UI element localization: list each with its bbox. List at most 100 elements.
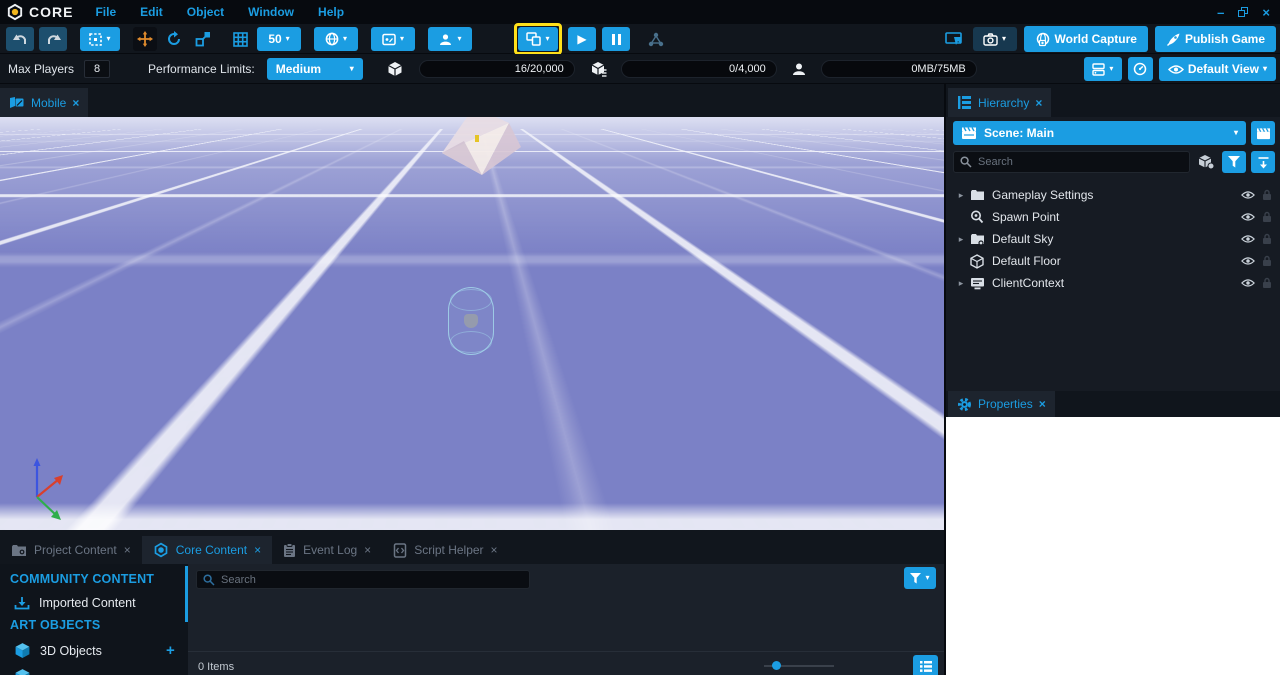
performance-monitor-button[interactable]	[1128, 57, 1153, 81]
tab-mobile-label: Mobile	[31, 96, 66, 110]
rotate-tool-button[interactable]	[162, 27, 186, 51]
player-camera-icon	[438, 33, 453, 46]
restore-button[interactable]	[1238, 7, 1248, 17]
visibility-eye-icon[interactable]	[1241, 256, 1255, 266]
scale-tool-button[interactable]	[191, 27, 215, 51]
content-filter-dropdown[interactable]: ▾	[904, 567, 936, 589]
multiplayer-preview-dropdown[interactable]: ▾	[518, 27, 558, 51]
menu-window[interactable]: Window	[248, 5, 294, 19]
add-3d-object-button[interactable]: +	[166, 642, 175, 659]
item-label: Spawn Point	[992, 210, 1059, 224]
scene-selector-label: Scene: Main	[984, 126, 1054, 140]
move-tool-icon	[137, 31, 153, 47]
close-icon[interactable]: ×	[124, 543, 131, 557]
play-button[interactable]: ▶	[568, 27, 596, 51]
hierarchy-search-input[interactable]	[953, 151, 1190, 173]
hierarchy-item-spawn-point[interactable]: Spawn Point	[946, 206, 1280, 228]
close-icon[interactable]: ×	[491, 543, 498, 557]
expand-collapse-all-button[interactable]	[1251, 151, 1275, 173]
share-screen-toggle[interactable]	[942, 27, 966, 51]
tab-properties[interactable]: Properties ×	[948, 391, 1055, 417]
player-perspective-dropdown[interactable]: ▾	[428, 27, 472, 51]
default-sky-object[interactable]	[412, 117, 542, 186]
tab-hierarchy[interactable]: Hierarchy ×	[948, 88, 1051, 117]
project-folder-icon	[11, 544, 27, 557]
item-label: Gameplay Settings	[992, 188, 1093, 202]
minimize-button[interactable]: –	[1217, 6, 1224, 19]
tab-core-content[interactable]: Core Content ×	[142, 536, 272, 564]
visibility-eye-icon[interactable]	[1241, 190, 1255, 200]
menu-file[interactable]: File	[95, 5, 116, 19]
expand-arrow-icon[interactable]: ▸	[954, 278, 968, 289]
lock-icon[interactable]	[1262, 255, 1272, 267]
lock-icon[interactable]	[1262, 189, 1272, 201]
hierarchy-item-clientcontext[interactable]: ▸ ClientContext	[946, 272, 1280, 294]
move-tool-button[interactable]	[133, 27, 157, 51]
chevron-down-icon: ▾	[925, 574, 929, 582]
hierarchy-filter-button[interactable]	[1222, 151, 1246, 173]
lock-icon[interactable]	[1262, 233, 1272, 245]
pause-button[interactable]	[602, 27, 630, 51]
menu-object[interactable]: Object	[187, 5, 224, 19]
capture-settings-dropdown[interactable]: ▾	[973, 27, 1017, 51]
lock-icon[interactable]	[1262, 211, 1272, 223]
multi-screen-icon	[526, 32, 541, 46]
layout-dropdown[interactable]: ▾	[1084, 57, 1122, 81]
viewport-3d-scene[interactable]	[0, 117, 944, 530]
spawn-point-gizmo[interactable]	[448, 287, 494, 355]
world-capture-button[interactable]: World Capture	[1024, 26, 1148, 52]
lock-icon[interactable]	[1262, 277, 1272, 289]
grid-size-dropdown[interactable]: 50 ▾	[257, 27, 301, 51]
close-icon[interactable]: ×	[1035, 96, 1042, 110]
max-players-input[interactable]	[84, 60, 110, 78]
filter-funnel-icon	[910, 573, 921, 584]
sidebar-item-3d-objects[interactable]: 3D Objects +	[14, 642, 188, 659]
content-tab-bar: Project Content × Core Content × Event L…	[0, 536, 944, 564]
right-panel: Hierarchy × Scene: Main ▾	[944, 84, 1280, 675]
networked-filter-toggle[interactable]	[1195, 150, 1217, 174]
visibility-eye-icon[interactable]	[1241, 278, 1255, 288]
world-settings-dropdown[interactable]: ▾	[314, 27, 358, 51]
undo-button[interactable]	[6, 27, 34, 51]
tab-properties-label: Properties	[978, 397, 1033, 411]
close-icon[interactable]: ×	[254, 543, 261, 557]
expand-arrow-icon[interactable]: ▸	[954, 190, 968, 201]
scene-selector-dropdown[interactable]: Scene: Main ▾	[953, 121, 1246, 145]
publish-game-button[interactable]: Publish Game	[1155, 26, 1276, 52]
default-view-dropdown[interactable]: Default View ▾	[1159, 57, 1276, 81]
thumbnail-size-slider[interactable]	[764, 665, 834, 667]
settings-row: Max Players Performance Limits: Medium ▾…	[0, 54, 1280, 84]
content-search-input[interactable]	[196, 570, 530, 589]
hierarchy-item-gameplay-settings[interactable]: ▸ Gameplay Settings	[946, 184, 1280, 206]
hierarchy-item-default-floor[interactable]: Default Floor	[946, 250, 1280, 272]
sidebar-item-imported-content[interactable]: Imported Content	[14, 596, 188, 610]
visibility-eye-icon[interactable]	[1241, 234, 1255, 244]
close-icon[interactable]: ×	[1039, 397, 1046, 411]
brand-name: CORE	[29, 4, 73, 20]
performance-limits-dropdown[interactable]: Medium ▾	[267, 58, 363, 80]
world-capture-label: World Capture	[1055, 32, 1137, 46]
sidebar-item-partial[interactable]	[14, 668, 188, 675]
select-tool-icon	[89, 33, 102, 46]
scene-settings-button[interactable]	[1251, 121, 1275, 145]
grid-snap-toggle[interactable]	[228, 27, 252, 51]
art-objects-header: ART OBJECTS	[10, 618, 188, 632]
close-icon[interactable]: ×	[72, 96, 79, 110]
slider-knob[interactable]	[772, 661, 781, 670]
tab-script-helper[interactable]: Script Helper ×	[382, 536, 508, 564]
expand-arrow-icon[interactable]: ▸	[954, 234, 968, 245]
select-mode-dropdown[interactable]: ▾	[80, 27, 120, 51]
hierarchy-item-default-sky[interactable]: ▸ Default Sky	[946, 228, 1280, 250]
list-view-toggle-button[interactable]	[913, 655, 938, 675]
tab-project-content[interactable]: Project Content ×	[0, 536, 142, 564]
screenshot-mode-dropdown[interactable]: ▾	[371, 27, 415, 51]
close-icon[interactable]: ×	[364, 543, 371, 557]
menu-help[interactable]: Help	[318, 5, 344, 19]
visibility-eye-icon[interactable]	[1241, 212, 1255, 222]
close-button[interactable]: ×	[1262, 6, 1270, 19]
menu-edit[interactable]: Edit	[140, 5, 163, 19]
tab-event-log[interactable]: Event Log ×	[272, 536, 382, 564]
tab-mobile[interactable]: Mobile ×	[0, 88, 88, 117]
network-debug-toggle[interactable]	[644, 27, 668, 51]
redo-button[interactable]	[39, 27, 67, 51]
